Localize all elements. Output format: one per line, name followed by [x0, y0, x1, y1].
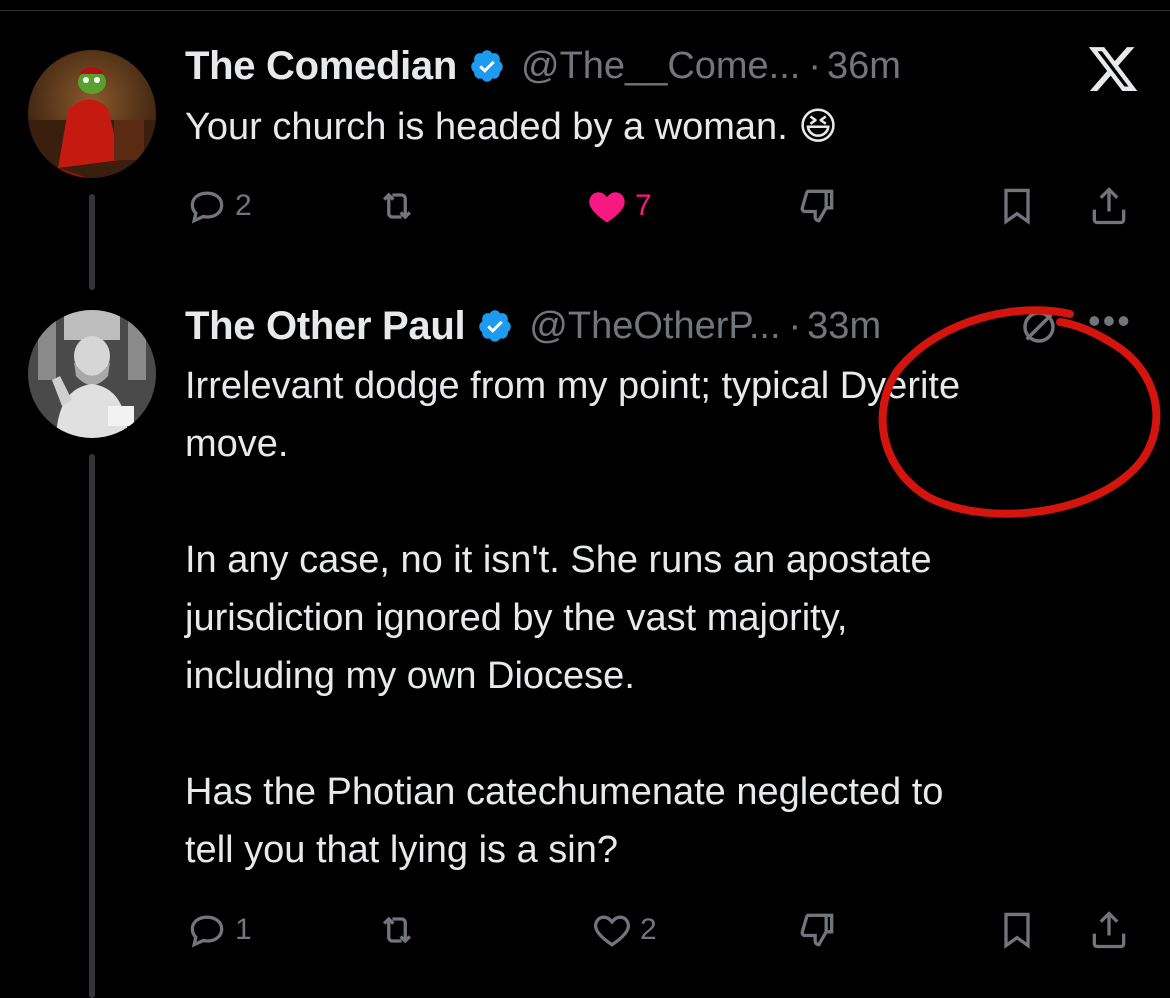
grok-icon[interactable] [1018, 306, 1060, 348]
like-button[interactable]: 2 [590, 906, 657, 954]
tweet-header: The Comedian @The__Come... · 36m [185, 40, 901, 92]
display-name[interactable]: The Comedian [185, 44, 457, 89]
handle[interactable]: @The__Come... [521, 45, 800, 88]
separator: · [808, 44, 822, 87]
tweet-text: Irrelevant dodge from my point; typical … [185, 365, 961, 871]
thread-line [89, 454, 95, 998]
reply-count: 2 [235, 189, 252, 222]
bookmark-button[interactable] [995, 906, 1039, 954]
thumbs-down-icon [800, 189, 834, 223]
reply-count: 1 [235, 913, 252, 946]
bookmark-icon [1004, 912, 1030, 949]
like-count: 7 [635, 189, 652, 222]
timestamp[interactable]: 36m [827, 45, 901, 88]
reply-icon [190, 915, 224, 948]
reply-icon [190, 191, 224, 224]
display-name[interactable]: The Other Paul [185, 304, 466, 349]
dislike-button[interactable] [795, 906, 839, 954]
tweet-header: The Other Paul @TheOtherP... · 33m [185, 300, 881, 352]
heart-filled-icon [589, 192, 625, 223]
timestamp[interactable]: 33m [807, 305, 881, 348]
avatar[interactable] [28, 310, 156, 438]
share-button[interactable] [1087, 182, 1131, 230]
bookmark-button[interactable] [995, 182, 1039, 230]
dislike-button[interactable] [795, 182, 839, 230]
verified-badge-icon [479, 310, 512, 342]
tweet-actions: 2 7 [185, 182, 1135, 230]
share-icon [1092, 187, 1126, 225]
thread-line [89, 194, 95, 290]
repost-button[interactable] [375, 182, 419, 230]
repost-icon [382, 192, 412, 220]
top-divider [0, 0, 1170, 11]
more-options-button[interactable]: ••• [1088, 300, 1132, 342]
like-button[interactable]: 7 [585, 182, 652, 230]
share-icon [1092, 911, 1126, 949]
separator: · [788, 304, 802, 347]
like-count: 2 [640, 913, 657, 946]
x-logo-icon[interactable] [1086, 42, 1140, 96]
share-button[interactable] [1087, 906, 1131, 954]
heart-outline-icon [594, 915, 630, 947]
thumbs-down-icon [800, 913, 834, 947]
bookmark-icon [1004, 188, 1030, 225]
repost-icon [382, 916, 412, 944]
reply-button[interactable]: 1 [185, 906, 252, 954]
repost-button[interactable] [375, 906, 419, 954]
tweet-text: Your church is headed by a woman. 😆 [185, 106, 838, 148]
avatar[interactable] [28, 50, 156, 178]
tweet-actions: 1 2 [185, 906, 1135, 954]
reply-button[interactable]: 2 [185, 182, 252, 230]
handle[interactable]: @TheOtherP... [529, 305, 780, 348]
verified-badge-icon [471, 50, 503, 82]
